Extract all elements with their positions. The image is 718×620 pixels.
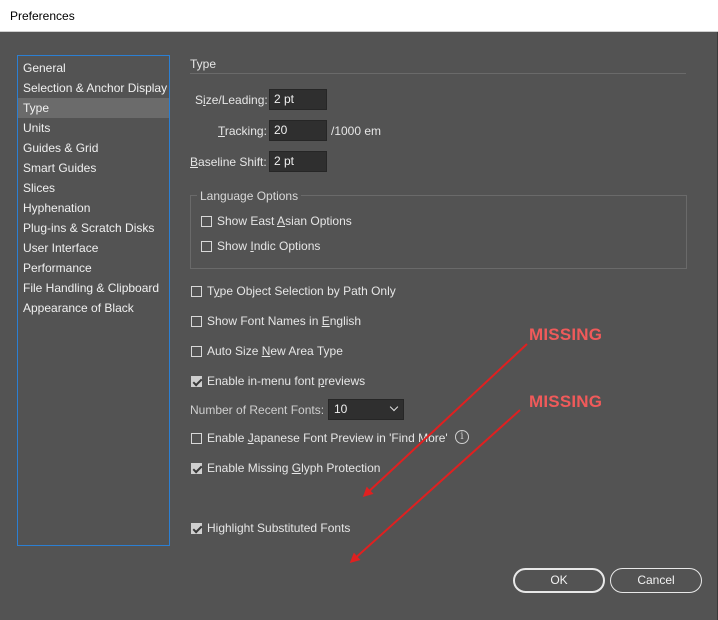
arrow-1 — [362, 343, 528, 498]
arrow-2 — [349, 409, 521, 564]
annotation-arrows — [349, 343, 528, 564]
